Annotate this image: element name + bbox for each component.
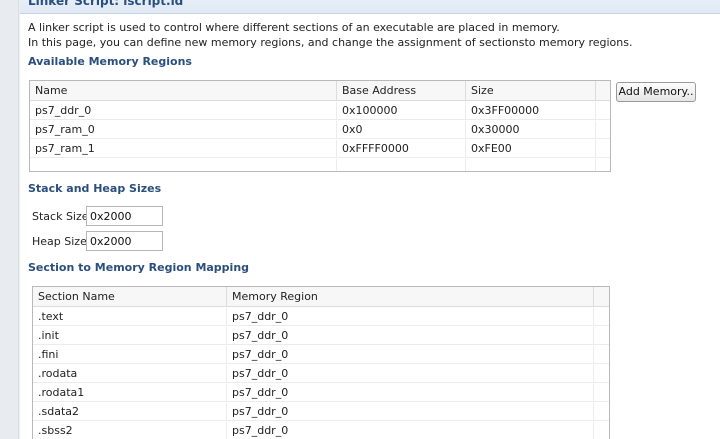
- memory-regions-table[interactable]: Name Base Address Size ps7_ddr_0 0x10000…: [29, 80, 611, 172]
- section-region[interactable]: ps7_ddr_0: [227, 346, 594, 364]
- stack-heap-title: Stack and Heap Sizes: [28, 182, 162, 195]
- section-mapping-title: Section to Memory Region Mapping: [28, 261, 250, 274]
- section-region[interactable]: ps7_ddr_0: [227, 403, 594, 421]
- table-row[interactable]: .sbss2 ps7_ddr_0: [33, 422, 609, 439]
- editor-title: Linker Script: lscript.ld: [28, 0, 184, 8]
- section-region[interactable]: ps7_ddr_0: [227, 308, 594, 326]
- region-base-address: 0x100000: [337, 102, 466, 120]
- region-size: 0x30000: [466, 121, 596, 139]
- table-row[interactable]: .fini ps7_ddr_0: [33, 346, 609, 364]
- column-header-name[interactable]: Name: [30, 81, 337, 101]
- region-base-address: 0xFFFF0000: [337, 140, 466, 158]
- linker-script-editor: Linker Script: lscript.ld A linker scrip…: [20, 0, 720, 439]
- description-line-1: A linker script is used to control where…: [28, 21, 560, 34]
- section-region[interactable]: ps7_ddr_0: [227, 327, 594, 345]
- section-name: .rodata: [33, 365, 227, 383]
- table-row[interactable]: ps7_ram_1 0xFFFF0000 0xFE00: [30, 140, 610, 158]
- heap-size-input[interactable]: [86, 231, 163, 251]
- add-memory-button[interactable]: Add Memory..: [616, 82, 696, 102]
- memory-regions-title: Available Memory Regions: [28, 55, 192, 68]
- table-row[interactable]: .rodata ps7_ddr_0: [33, 365, 609, 383]
- region-base-address: 0x0: [337, 121, 466, 139]
- section-name: .init: [33, 327, 227, 345]
- section-region[interactable]: ps7_ddr_0: [227, 384, 594, 402]
- section-name: .text: [33, 308, 227, 326]
- table-header: Section Name Memory Region: [33, 287, 609, 307]
- table-row[interactable]: ps7_ram_0 0x0 0x30000: [30, 121, 610, 139]
- table-row[interactable]: ps7_ddr_0 0x100000 0x3FF00000: [30, 102, 610, 120]
- empty-cell: [466, 159, 596, 171]
- section-region[interactable]: ps7_ddr_0: [227, 365, 594, 383]
- table-row[interactable]: .sdata2 ps7_ddr_0: [33, 403, 609, 421]
- region-name: ps7_ddr_0: [30, 102, 337, 120]
- column-header-base-address[interactable]: Base Address: [337, 81, 466, 101]
- table-row-empty[interactable]: [30, 159, 610, 171]
- empty-cell: [337, 159, 466, 171]
- column-header-section-name[interactable]: Section Name: [33, 287, 227, 307]
- section-name: .sdata2: [33, 403, 227, 421]
- region-name: ps7_ram_1: [30, 140, 337, 158]
- section-name: .sbss2: [33, 422, 227, 439]
- stack-size-label: Stack Size: [32, 210, 89, 223]
- table-row[interactable]: .rodata1 ps7_ddr_0: [33, 384, 609, 402]
- table-header: Name Base Address Size: [30, 81, 610, 101]
- stack-size-input[interactable]: [86, 206, 163, 226]
- region-size: 0x3FF00000: [466, 102, 596, 120]
- table-row[interactable]: .init ps7_ddr_0: [33, 327, 609, 345]
- editor-title-bar: Linker Script: lscript.ld: [20, 0, 720, 14]
- left-gutter: [0, 0, 19, 439]
- description-line-2: In this page, you can define new memory …: [28, 36, 633, 49]
- section-name: .rodata1: [33, 384, 227, 402]
- heap-size-label: Heap Size: [32, 235, 87, 248]
- empty-cell: [30, 159, 337, 171]
- column-header-memory-region[interactable]: Memory Region: [227, 287, 594, 307]
- region-size: 0xFE00: [466, 140, 596, 158]
- section-mapping-table[interactable]: Section Name Memory Region .text ps7_ddr…: [32, 286, 610, 439]
- column-header-size[interactable]: Size: [466, 81, 596, 101]
- section-region[interactable]: ps7_ddr_0: [227, 422, 594, 439]
- region-name: ps7_ram_0: [30, 121, 337, 139]
- table-row[interactable]: .text ps7_ddr_0: [33, 308, 609, 326]
- section-name: .fini: [33, 346, 227, 364]
